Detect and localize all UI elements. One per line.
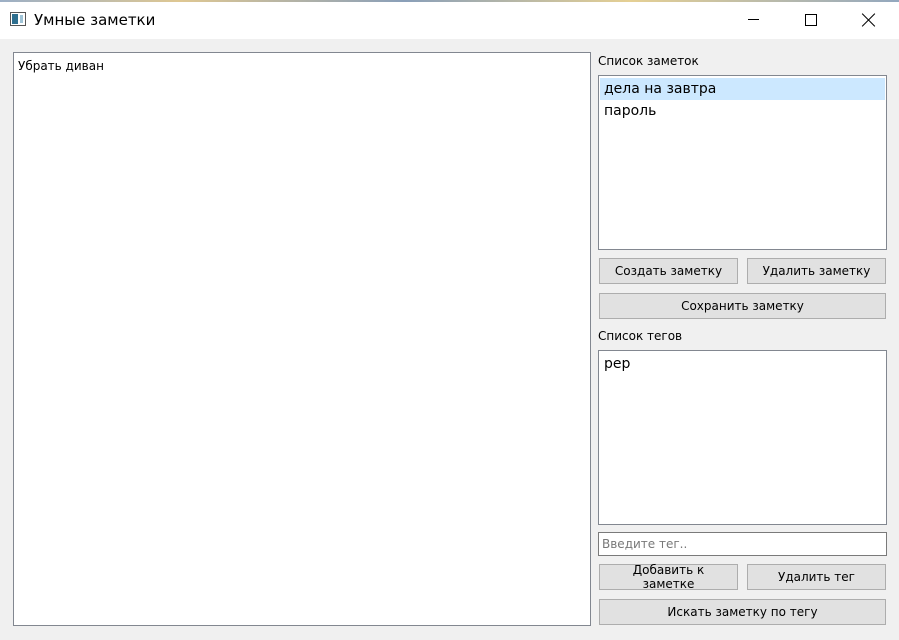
search-note-by-tag-button[interactable]: Искать заметку по тегу	[599, 599, 886, 625]
minimize-icon	[747, 19, 759, 20]
tags-list-item[interactable]: рер	[600, 353, 885, 375]
app-window: Умные заметки Убрать диван Список замето…	[0, 0, 899, 640]
note-text-editor[interactable]: Убрать диван	[13, 52, 591, 626]
maximize-icon	[805, 13, 817, 26]
close-button[interactable]	[840, 0, 898, 39]
notes-list[interactable]: дела на завтра пароль	[598, 75, 887, 250]
close-icon	[862, 13, 876, 27]
tag-input[interactable]	[598, 532, 887, 556]
notes-list-item[interactable]: дела на завтра	[600, 78, 885, 100]
save-note-button[interactable]: Сохранить заметку	[599, 293, 886, 319]
notes-list-label: Список заметок	[598, 54, 699, 68]
add-tag-to-note-button[interactable]: Добавить к заметке	[599, 563, 738, 591]
create-note-button[interactable]: Создать заметку	[599, 258, 738, 284]
app-window-icon	[10, 12, 26, 26]
notes-list-item[interactable]: пароль	[600, 100, 885, 122]
title-bar[interactable]: Умные заметки	[0, 0, 899, 39]
window-title: Умные заметки	[34, 11, 156, 29]
tags-list-label: Список тегов	[598, 329, 683, 343]
tags-list[interactable]: рер	[598, 350, 887, 525]
delete-note-button[interactable]: Удалить заметку	[747, 258, 886, 284]
minimize-button[interactable]	[724, 0, 782, 39]
maximize-button[interactable]	[782, 0, 840, 39]
delete-tag-button[interactable]: Удалить тег	[747, 564, 886, 590]
